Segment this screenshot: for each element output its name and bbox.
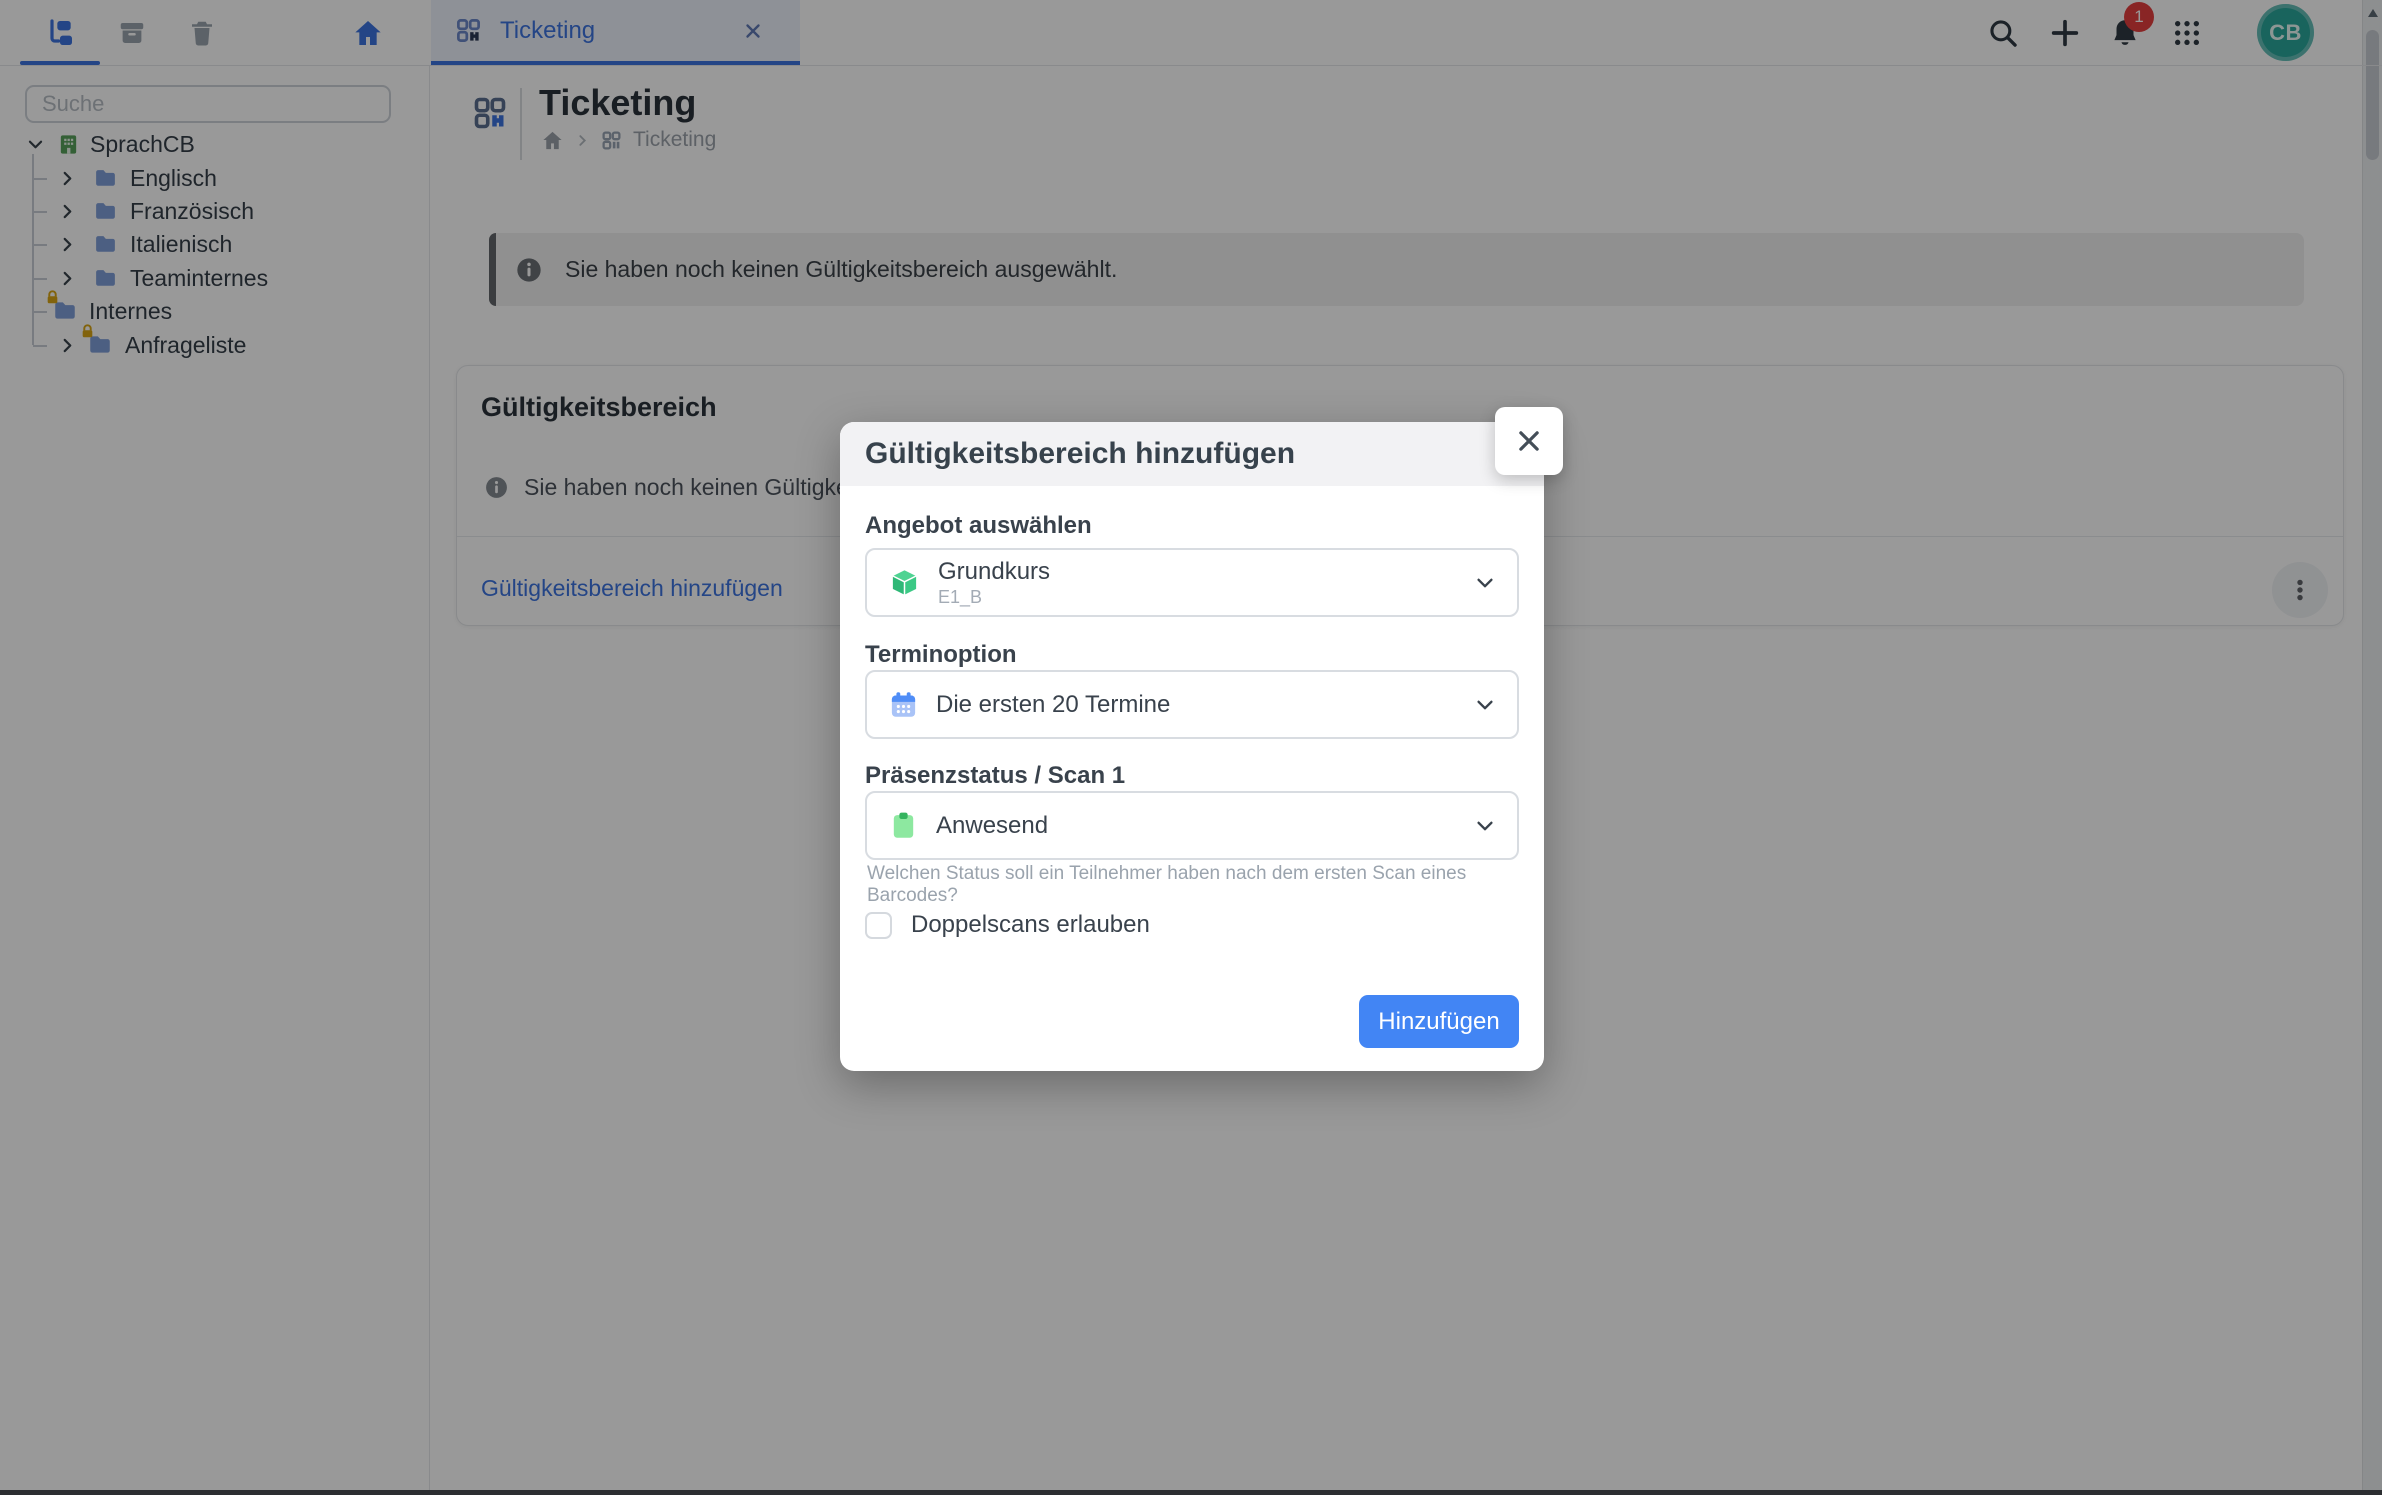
- modal-title: Gültigkeitsbereich hinzufügen: [865, 437, 1295, 471]
- double-scans-checkbox-row[interactable]: Doppelscans erlauben: [865, 911, 1150, 939]
- offer-label: Angebot auswählen: [865, 512, 1092, 540]
- status-helper-text: Welchen Status soll ein Teilnehmer haben…: [867, 863, 1544, 907]
- term-value: Die ersten 20 Termine: [936, 691, 1170, 719]
- checkbox-label: Doppelscans erlauben: [911, 911, 1150, 939]
- calendar-icon: [888, 689, 919, 720]
- offer-select[interactable]: Grundkurs E1_B: [865, 548, 1519, 617]
- term-select[interactable]: Die ersten 20 Termine: [865, 670, 1519, 739]
- offer-subvalue: E1_B: [938, 587, 1050, 607]
- status-select[interactable]: Anwesend: [865, 791, 1519, 860]
- term-label: Terminoption: [865, 641, 1017, 669]
- status-value: Anwesend: [936, 812, 1048, 840]
- modal-header: Gültigkeitsbereich hinzufügen: [840, 422, 1544, 486]
- modal-close-button[interactable]: [1495, 407, 1563, 475]
- clipboard-icon: [888, 810, 919, 841]
- chevron-down-icon: [1474, 694, 1496, 716]
- close-icon: [1514, 426, 1544, 456]
- chevron-down-icon: [1474, 815, 1496, 837]
- package-icon: [888, 566, 921, 599]
- status-label: Präsenzstatus / Scan 1: [865, 762, 1125, 790]
- submit-button[interactable]: Hinzufügen: [1359, 995, 1519, 1048]
- add-validity-scope-modal: Gültigkeitsbereich hinzufügen Angebot au…: [840, 422, 1544, 1071]
- chevron-down-icon: [1474, 572, 1496, 594]
- offer-value: Grundkurs: [938, 558, 1050, 586]
- checkbox[interactable]: [865, 912, 892, 939]
